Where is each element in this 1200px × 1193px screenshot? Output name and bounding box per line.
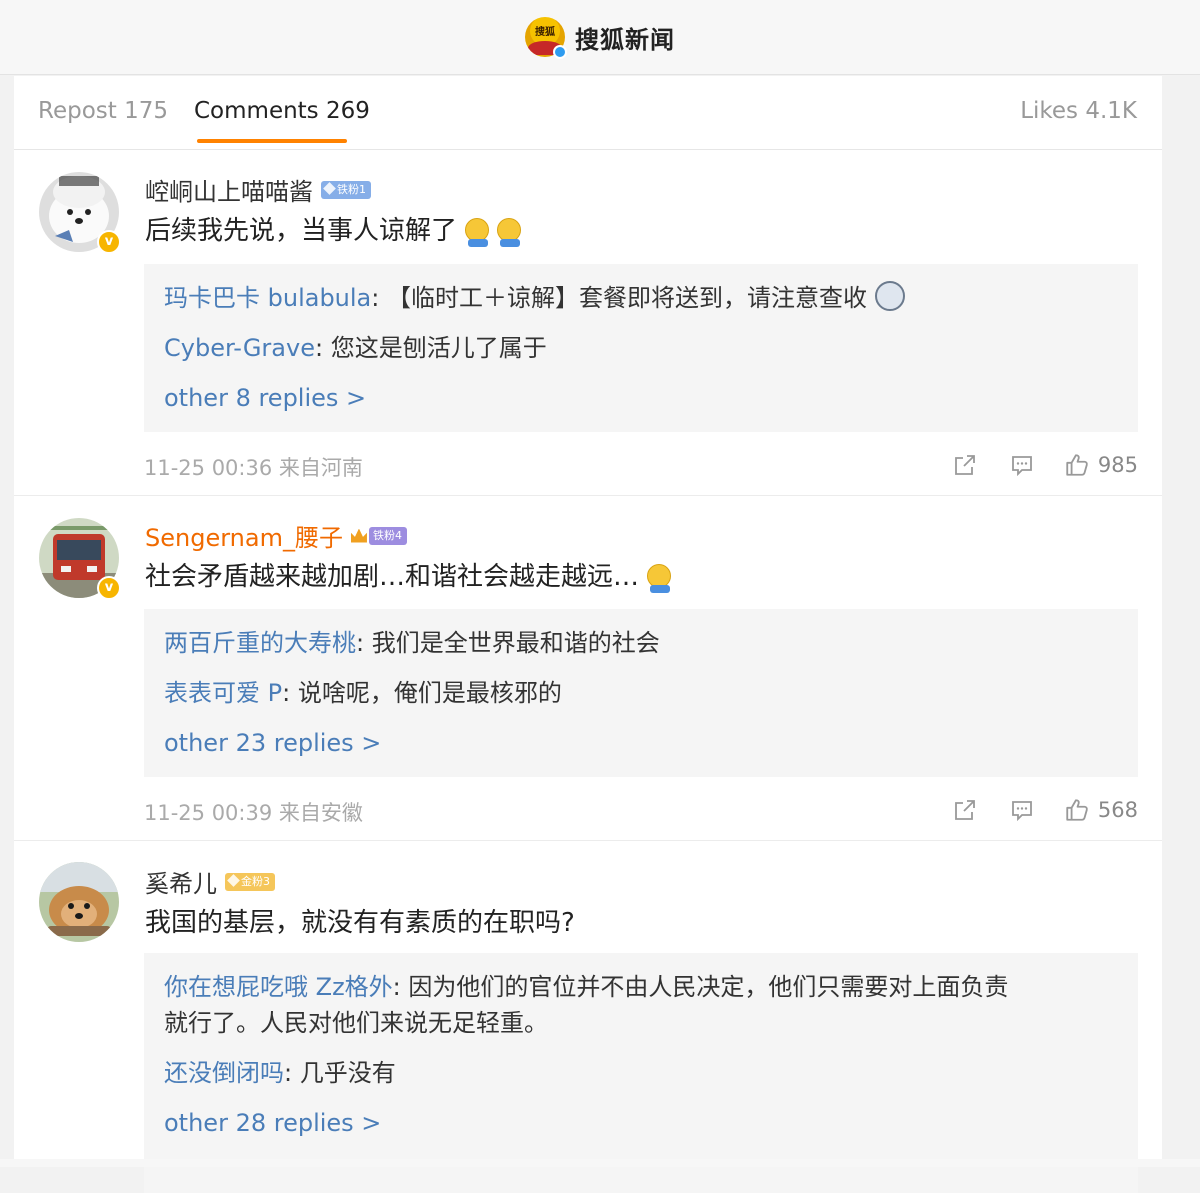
reply-item[interactable]: 还没倒闭吗: 几乎没有 <box>164 1055 1118 1091</box>
reply-item[interactable]: 你在想屁吃哦 Zz格外: 因为他们的官位并不由人民决定，他们只需要对上面负责 就… <box>164 969 1118 1041</box>
brand-logo-text: 搜狐 <box>535 27 555 38</box>
comment-username[interactable]: 奚希儿 金粉3 <box>145 864 275 899</box>
comment-timestamp: 11-25 00:39 来自安徽 <box>144 801 363 825</box>
avatar[interactable] <box>39 862 119 942</box>
brand-logo: 搜狐 <box>525 17 567 59</box>
reply-box: 玛卡巴卡 bulabula: 【临时工＋谅解】套餐即将送到，请注意查收 Cybe… <box>144 264 1138 432</box>
shrug-emoji-icon <box>497 218 522 247</box>
crown-icon <box>350 528 367 543</box>
reply-author[interactable]: 表表可爱 P <box>164 679 282 707</box>
like-count: 985 <box>1097 453 1138 477</box>
reply-author[interactable]: 你在想屁吃哦 Zz格外 <box>164 973 393 1001</box>
divider <box>14 840 1162 841</box>
reply-item[interactable]: 表表可爱 P: 说啥呢，俺们是最核邪的 <box>164 675 1118 711</box>
fan-badge: 铁粉1 <box>321 180 371 199</box>
tab-repost[interactable]: Repost 175 <box>38 98 168 124</box>
more-replies-link[interactable]: other 28 replies > <box>164 1105 1118 1141</box>
verified-v-icon: v <box>97 230 121 254</box>
reply-text: : 您这是刨活儿了属于 <box>314 334 547 362</box>
reply-text: : 因为他们的官位并不由人民决定，他们只需要对上面负责 <box>392 973 1009 1001</box>
verified-v-icon: v <box>97 576 121 600</box>
fan-badge-label: 铁粉1 <box>337 182 366 196</box>
repost-icon[interactable] <box>953 798 977 822</box>
comment-actions: 985 <box>920 452 1138 478</box>
surprised-dog-emoji-icon <box>874 281 905 311</box>
repost-icon[interactable] <box>953 453 977 477</box>
gem-icon <box>227 873 240 887</box>
comment-body: 后续我先说，当事人谅解了 <box>145 216 458 246</box>
reply-author[interactable]: 还没倒闭吗 <box>164 1059 284 1087</box>
comment-icon[interactable] <box>1010 798 1034 822</box>
comment-meta: 11-25 00:39 来自安徽 568 <box>144 797 1138 827</box>
comment-actions: 568 <box>920 797 1138 823</box>
divider <box>14 495 1162 496</box>
fan-badge-label: 金粉3 <box>241 874 270 888</box>
page-title: 搜狐新闻 <box>575 25 675 54</box>
reply-box: 两百斤重的大寿桃: 我们是全世界最和谐的社会 表表可爱 P: 说啥呢，俺们是最核… <box>144 609 1138 777</box>
verified-badge-icon <box>553 45 567 59</box>
comments-panel: Repost 175 Comments 269 Likes 4.1K v 崆峒山… <box>14 76 1162 1193</box>
reply-text: : 几乎没有 <box>284 1059 396 1087</box>
fan-badge: 铁粉4 <box>368 526 407 545</box>
username-text: 崆峒山上喵喵酱 <box>145 178 313 206</box>
thumbs-up-icon <box>1066 454 1088 476</box>
active-tab-indicator <box>197 139 347 143</box>
reply-author[interactable]: Cyber-Grave <box>164 334 315 362</box>
reply-item[interactable]: 玛卡巴卡 bulabula: 【临时工＋谅解】套餐即将送到，请注意查收 <box>164 280 1118 316</box>
gem-icon <box>323 181 336 195</box>
reply-text: : 【临时工＋谅解】套餐即将送到，请注意查收 <box>371 284 867 312</box>
comment-text: 我国的基层，就没有有素质的在职吗? <box>145 908 575 938</box>
reply-box: 你在想屁吃哦 Zz格外: 因为他们的官位并不由人民决定，他们只需要对上面负责 就… <box>144 953 1138 1193</box>
fan-badge: 金粉3 <box>225 872 275 891</box>
thumbs-up-icon <box>1066 799 1088 821</box>
like-button[interactable]: 985 <box>1064 452 1138 478</box>
comment-text: 后续我先说，当事人谅解了 <box>145 210 522 247</box>
comment-text: 社会矛盾越来越加剧…和谐社会越走越远… <box>145 556 672 593</box>
brand[interactable]: 搜狐 搜狐新闻 <box>525 17 675 59</box>
tab-likes[interactable]: Likes 4.1K <box>1020 98 1137 124</box>
comment-meta: 11-25 00:36 来自河南 985 <box>144 452 1138 482</box>
reply-author[interactable]: 两百斤重的大寿桃 <box>164 629 356 657</box>
reply-text: : 说啥呢，俺们是最核邪的 <box>282 679 562 707</box>
comment-icon[interactable] <box>1010 453 1034 477</box>
reply-author[interactable]: 玛卡巴卡 bulabula <box>164 284 371 312</box>
tab-bar: Repost 175 Comments 269 Likes 4.1K <box>14 76 1162 150</box>
username-text: 奚希儿 <box>145 870 217 898</box>
comment-username[interactable]: Sengernam_腰子 铁粉4 <box>145 518 407 553</box>
comment-body: 社会矛盾越来越加剧…和谐社会越走越远… <box>145 562 640 592</box>
tab-comments[interactable]: Comments 269 <box>194 98 370 124</box>
more-replies-link[interactable]: other 23 replies > <box>164 725 1118 761</box>
reply-text: : 我们是全世界最和谐的社会 <box>356 629 660 657</box>
username-text: Sengernam_腰子 <box>145 524 343 552</box>
comment-username[interactable]: 崆峒山上喵喵酱 铁粉1 <box>145 172 371 207</box>
reply-text-continued: 就行了。人民对他们来说无足轻重。 <box>164 1009 548 1037</box>
reply-item[interactable]: Cyber-Grave: 您这是刨活儿了属于 <box>164 330 1118 366</box>
more-replies-link[interactable]: other 8 replies > <box>164 380 1118 416</box>
like-button[interactable]: 568 <box>1064 797 1138 823</box>
bottom-strip <box>0 1159 1200 1167</box>
shrug-emoji-icon <box>647 564 672 593</box>
top-bar: 搜狐 搜狐新闻 <box>0 0 1200 75</box>
reply-item[interactable]: 两百斤重的大寿桃: 我们是全世界最和谐的社会 <box>164 625 1118 661</box>
like-count: 568 <box>1097 798 1138 822</box>
shrug-emoji-icon <box>465 218 490 247</box>
comment-timestamp: 11-25 00:36 来自河南 <box>144 456 363 480</box>
